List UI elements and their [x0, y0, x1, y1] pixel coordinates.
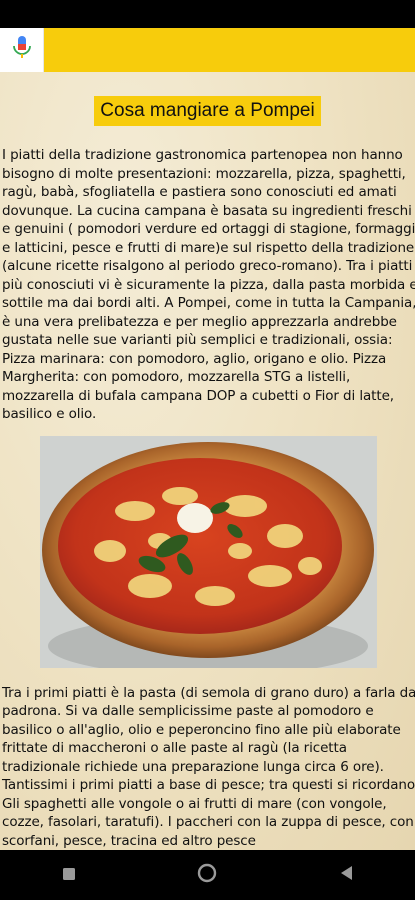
status-bar: [0, 0, 415, 28]
back-button[interactable]: [316, 855, 376, 895]
triangle-back-icon: [339, 865, 353, 885]
square-recents-icon: [62, 866, 76, 885]
voice-search-button[interactable]: [0, 28, 44, 72]
top-toolbar: [0, 28, 415, 72]
article-title: Cosa mangiare a Pompei: [94, 96, 321, 126]
article-content[interactable]: Cosa mangiare a Pompei I piatti della tr…: [0, 72, 415, 850]
circle-home-icon: [197, 863, 217, 887]
article-paragraph: I piatti della tradizione gastronomica p…: [2, 147, 415, 422]
recents-button[interactable]: [39, 855, 99, 895]
system-navigation-bar: [0, 850, 415, 900]
pizza-photo: [40, 435, 377, 668]
home-button[interactable]: [177, 855, 237, 895]
microphone-icon: [11, 35, 33, 65]
article-paragraph: Tra i primi piatti è la pasta (di semola…: [2, 684, 415, 849]
